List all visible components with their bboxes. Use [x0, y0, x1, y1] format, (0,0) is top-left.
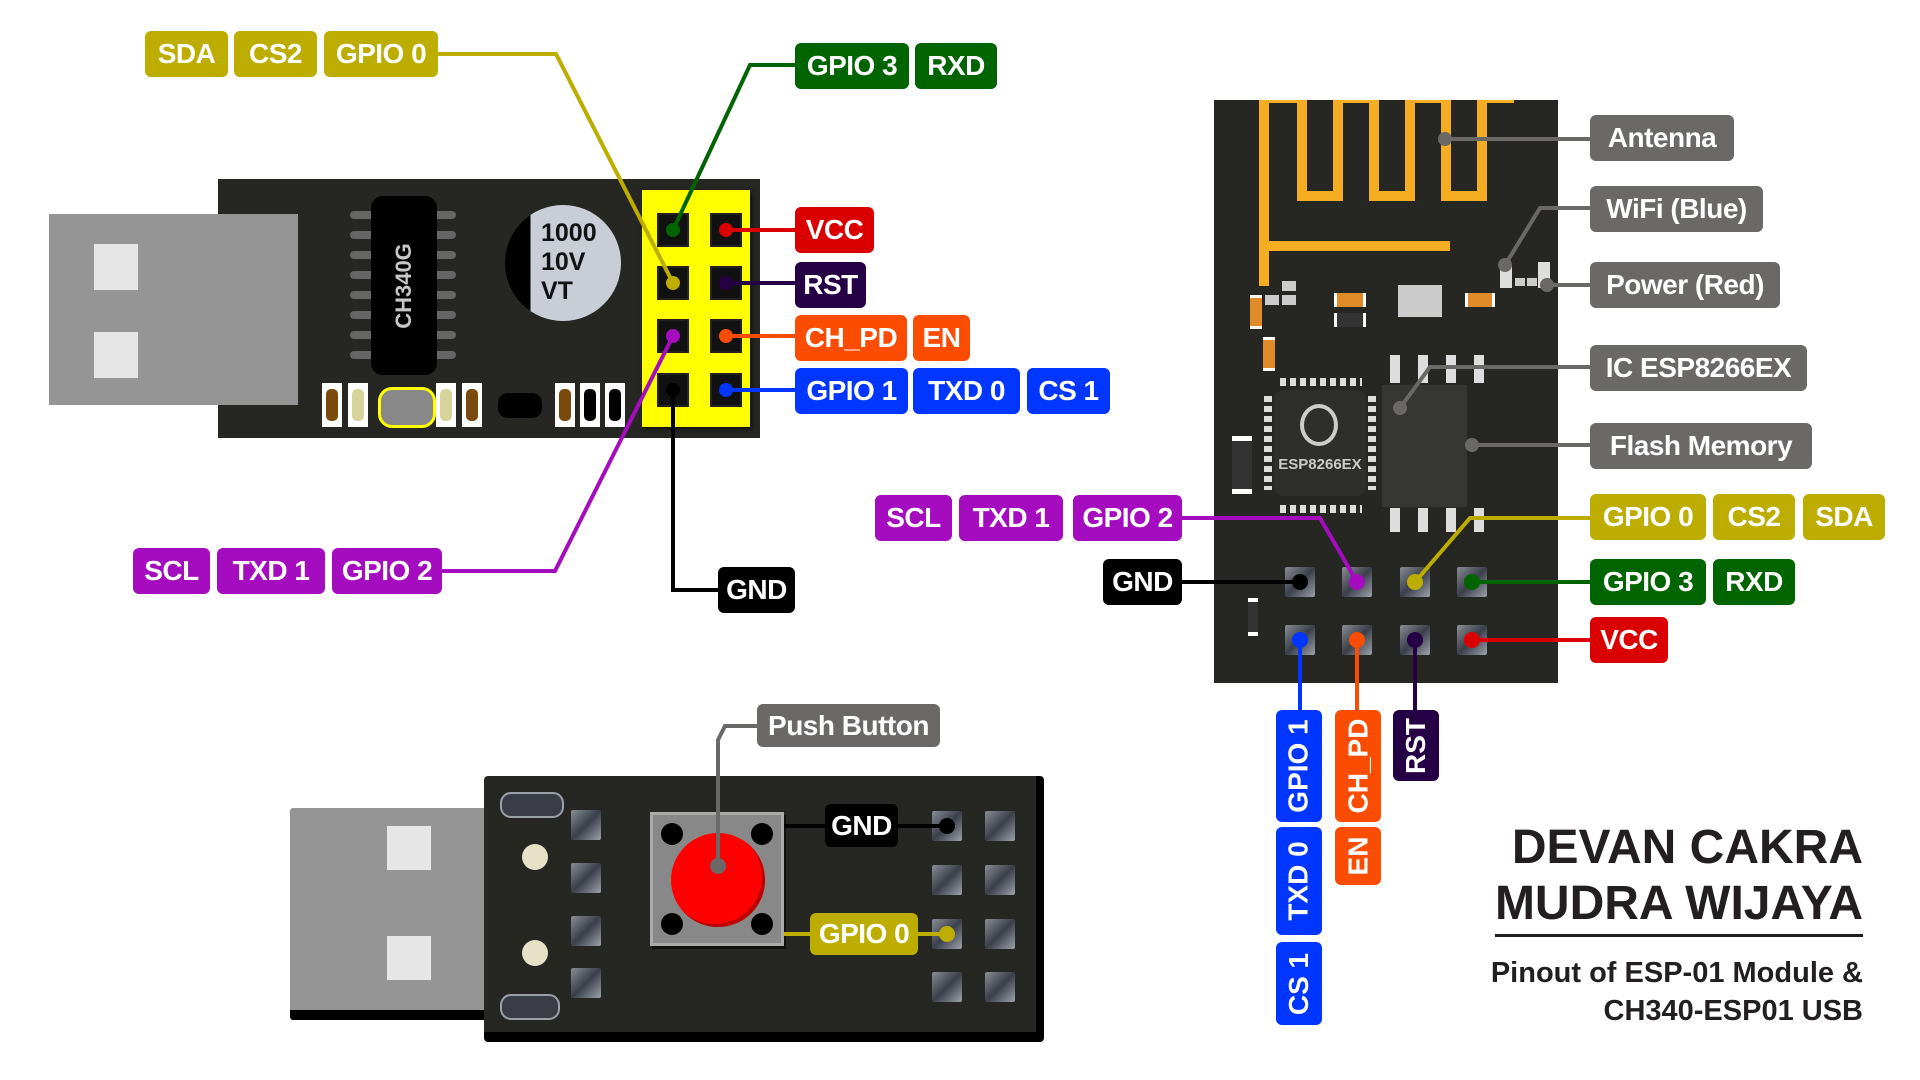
- label-txd0-esp: TXD 0: [1276, 827, 1322, 935]
- usb-plug-top: [49, 214, 298, 405]
- wifi-led: [1500, 266, 1512, 288]
- header-pin-gpio2: [659, 321, 687, 351]
- label-sda-top: SDA: [145, 31, 228, 77]
- label-en-top: EN: [913, 315, 970, 361]
- crystal-oscillator: [378, 387, 436, 428]
- ch340g-chip-label: CH340G: [391, 242, 416, 329]
- capacitor-value: 1000: [541, 219, 597, 247]
- flash-memory-chip: [1382, 385, 1467, 507]
- label-vcc-esp: VCC: [1590, 617, 1668, 663]
- usb-plug-bottom: [290, 808, 490, 1020]
- header-pin-gpio0: [659, 268, 687, 298]
- label-antenna: Antenna: [1590, 115, 1734, 161]
- label-gpio0-top: GPIO 0: [324, 31, 438, 77]
- label-en-esp: EN: [1335, 827, 1381, 885]
- mount-hole: [522, 844, 548, 870]
- label-scl-top: SCL: [133, 548, 210, 594]
- label-txd0-top: TXD 0: [913, 368, 1020, 414]
- label-gpio0-bottom: GPIO 0: [810, 913, 918, 955]
- label-gnd-bottom: GND: [825, 804, 898, 847]
- usb-contact: [387, 936, 431, 980]
- author-name-line1: DEVAN CAKRA: [1511, 821, 1863, 874]
- ch340g-chip: CH340G: [371, 196, 437, 375]
- header-pin-vcc: [712, 215, 740, 245]
- capacitor-voltage: 10V: [541, 248, 586, 276]
- label-gpio2-esp: GPIO 2: [1073, 495, 1182, 541]
- esp8266ex-chip: ESP8266EX: [1274, 390, 1366, 496]
- label-gnd-esp: GND: [1103, 559, 1182, 605]
- usb-contact: [387, 826, 431, 870]
- label-txd1-top: TXD 1: [217, 548, 325, 594]
- subtitle-line1: Pinout of ESP-01 Module &: [1490, 957, 1863, 989]
- label-ch-pd-esp: CH_PD: [1335, 710, 1381, 822]
- power-led: [1538, 262, 1550, 288]
- label-scl-esp: SCL: [875, 495, 952, 541]
- label-gpio3-esp: GPIO 3: [1590, 559, 1706, 605]
- push-button-cap: [671, 833, 765, 927]
- esp-pin-gpio3: [1457, 567, 1487, 597]
- label-sda-esp: SDA: [1803, 494, 1885, 540]
- label-wifi-led: WiFi (Blue): [1590, 186, 1763, 232]
- mounting-slot: [500, 994, 560, 1020]
- label-rst-esp: RST: [1393, 710, 1439, 781]
- label-flash-memory: Flash Memory: [1590, 423, 1812, 469]
- label-gpio1-esp: GPIO 1: [1276, 710, 1322, 822]
- label-gnd-top: GND: [718, 567, 795, 613]
- label-gpio0-esp: GPIO 0: [1590, 494, 1706, 540]
- esp-pin-gpio0: [1400, 567, 1430, 597]
- capacitor: 1000 10V VT: [505, 205, 621, 321]
- label-txd1-esp: TXD 1: [959, 495, 1063, 541]
- author-name-line2: MUDRA WIJAYA: [1494, 876, 1863, 937]
- espressif-logo-icon: [1300, 404, 1338, 446]
- capacitor-marking: VT: [541, 277, 573, 305]
- label-push-button: Push Button: [757, 704, 940, 747]
- mounting-slot: [500, 792, 564, 818]
- usb-contact: [94, 332, 138, 378]
- label-gpio3-top: GPIO 3: [795, 43, 909, 89]
- esp-smd-small: [1248, 598, 1258, 636]
- transistor: [498, 393, 542, 418]
- label-gpio1-top: GPIO 1: [795, 368, 908, 414]
- header-pin-gpio3: [659, 215, 687, 245]
- esp-pin-ch-pd: [1342, 625, 1372, 655]
- esp-pin-gpio2: [1342, 567, 1372, 597]
- label-gpio2-top: GPIO 2: [332, 548, 442, 594]
- label-rxd-top: RXD: [915, 43, 997, 89]
- esp-pin-gnd: [1285, 567, 1315, 597]
- esp8266ex-chip-label: ESP8266EX: [1278, 456, 1362, 473]
- label-cs1-esp: CS 1: [1276, 942, 1322, 1025]
- subtitle-line2: CH340-ESP01 USB: [1603, 995, 1864, 1027]
- label-rxd-esp: RXD: [1713, 559, 1795, 605]
- usb-contact: [94, 244, 138, 290]
- esp-pin-vcc: [1457, 625, 1487, 655]
- label-vcc-top: VCC: [795, 207, 874, 253]
- label-ch-pd-top: CH_PD: [795, 315, 907, 361]
- label-power-led: Power (Red): [1590, 262, 1780, 308]
- esp01-socket-header: [642, 190, 750, 427]
- header-pin-ch-pd: [712, 321, 740, 351]
- label-cs2-esp: CS2: [1713, 494, 1795, 540]
- esp-pin-gpio1: [1285, 625, 1315, 655]
- header-pin-gnd: [659, 375, 687, 405]
- header-pin-rst: [712, 268, 740, 298]
- header-pin-gpio1: [712, 375, 740, 405]
- label-ic-esp8266ex: IC ESP8266EX: [1590, 345, 1807, 391]
- label-cs2-top: CS2: [234, 31, 317, 77]
- mount-hole: [522, 940, 548, 966]
- esp-pin-rst: [1400, 625, 1430, 655]
- label-rst-top: RST: [795, 262, 866, 308]
- push-button[interactable]: [650, 812, 784, 946]
- label-cs1-top: CS 1: [1027, 368, 1110, 414]
